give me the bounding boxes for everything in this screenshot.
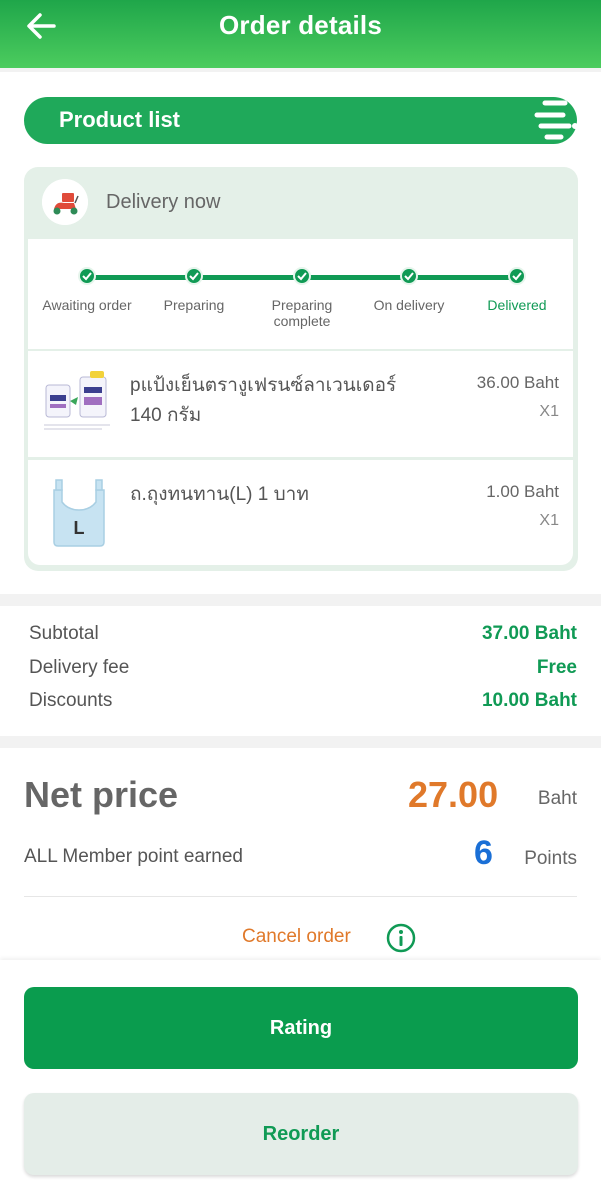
list-item[interactable]: pแป้งเย็นตรางูเฟรนซ์ลาเวนเดอร์ 140 กรัม … xyxy=(28,351,573,457)
net-price-label: Net price xyxy=(24,774,179,815)
item-qty: X1 xyxy=(539,403,559,420)
price-summary: Subtotal 37.00 Baht Delivery fee Free Di… xyxy=(0,606,601,736)
points-value: 6 xyxy=(474,834,493,872)
divider xyxy=(24,896,577,897)
list-item[interactable]: L ถ.ถุงทนทาน(L) 1 บาท 1.00 Baht X1 xyxy=(28,460,573,565)
delivery-status-label: Delivery now xyxy=(106,191,221,213)
delivery-fee-value: Free xyxy=(536,657,577,678)
speed-lines-icon xyxy=(534,100,577,140)
subtotal-label: Subtotal xyxy=(29,623,99,644)
header: Order details xyxy=(0,0,601,68)
bag-size-label: L xyxy=(74,518,85,538)
delivery-fee-row: Delivery fee Free xyxy=(29,657,577,683)
net-price-section: Net price 27.00 Baht ALL Member point ea… xyxy=(0,748,601,960)
product-list-banner: Product list xyxy=(24,97,577,144)
discounts-label: Discounts xyxy=(29,690,113,711)
order-card: Delivery now Awaiting order Preparing Pr… xyxy=(24,167,578,571)
points-unit: Points xyxy=(524,848,577,869)
product-image xyxy=(44,371,110,430)
discounts-value: 10.00 Baht xyxy=(481,690,577,711)
scooter-icon xyxy=(42,179,88,225)
page-title: Order details xyxy=(219,10,382,40)
check-icon xyxy=(185,267,203,285)
item-qty: X1 xyxy=(539,512,559,529)
item-name: pแป้งเย็นตรางูเฟรนซ์ลาเวนเดอร์ 140 กรัม xyxy=(130,375,397,426)
subtotal-value: 37.00 Baht xyxy=(481,623,577,644)
info-icon[interactable] xyxy=(386,923,416,953)
item-name: ถ.ถุงทนทาน(L) 1 บาท xyxy=(130,484,309,505)
points-label: ALL Member point earned xyxy=(24,846,243,867)
check-icon xyxy=(78,267,96,285)
action-bar: Rating Reorder xyxy=(0,960,601,1200)
step-label: Preparing xyxy=(163,297,225,313)
step-label: On delivery xyxy=(373,297,445,313)
step-label: Preparing complete xyxy=(271,297,333,329)
net-price-amount: 27.00 xyxy=(408,774,499,815)
item-price: 36.00 Baht xyxy=(476,373,559,392)
item-price: 1.00 Baht xyxy=(486,482,559,501)
subtotal-row: Subtotal 37.00 Baht xyxy=(29,623,577,649)
rating-button[interactable]: Rating xyxy=(24,987,578,1069)
product-list-title: Product list xyxy=(59,107,181,132)
reorder-button[interactable]: Reorder xyxy=(24,1093,578,1175)
check-icon xyxy=(400,267,418,285)
bag-icon: L xyxy=(53,479,105,547)
check-icon xyxy=(293,267,311,285)
check-icon xyxy=(508,267,526,285)
discounts-row: Discounts 10.00 Baht xyxy=(29,690,577,716)
cancel-order-link[interactable]: Cancel order xyxy=(242,926,351,948)
step-label: Delivered xyxy=(487,297,547,313)
progress-tracker: Awaiting order Preparing Preparing compl… xyxy=(28,239,573,349)
step-label: Awaiting order xyxy=(42,297,132,313)
delivery-fee-label: Delivery fee xyxy=(29,657,130,678)
net-price-unit: Baht xyxy=(537,788,577,809)
